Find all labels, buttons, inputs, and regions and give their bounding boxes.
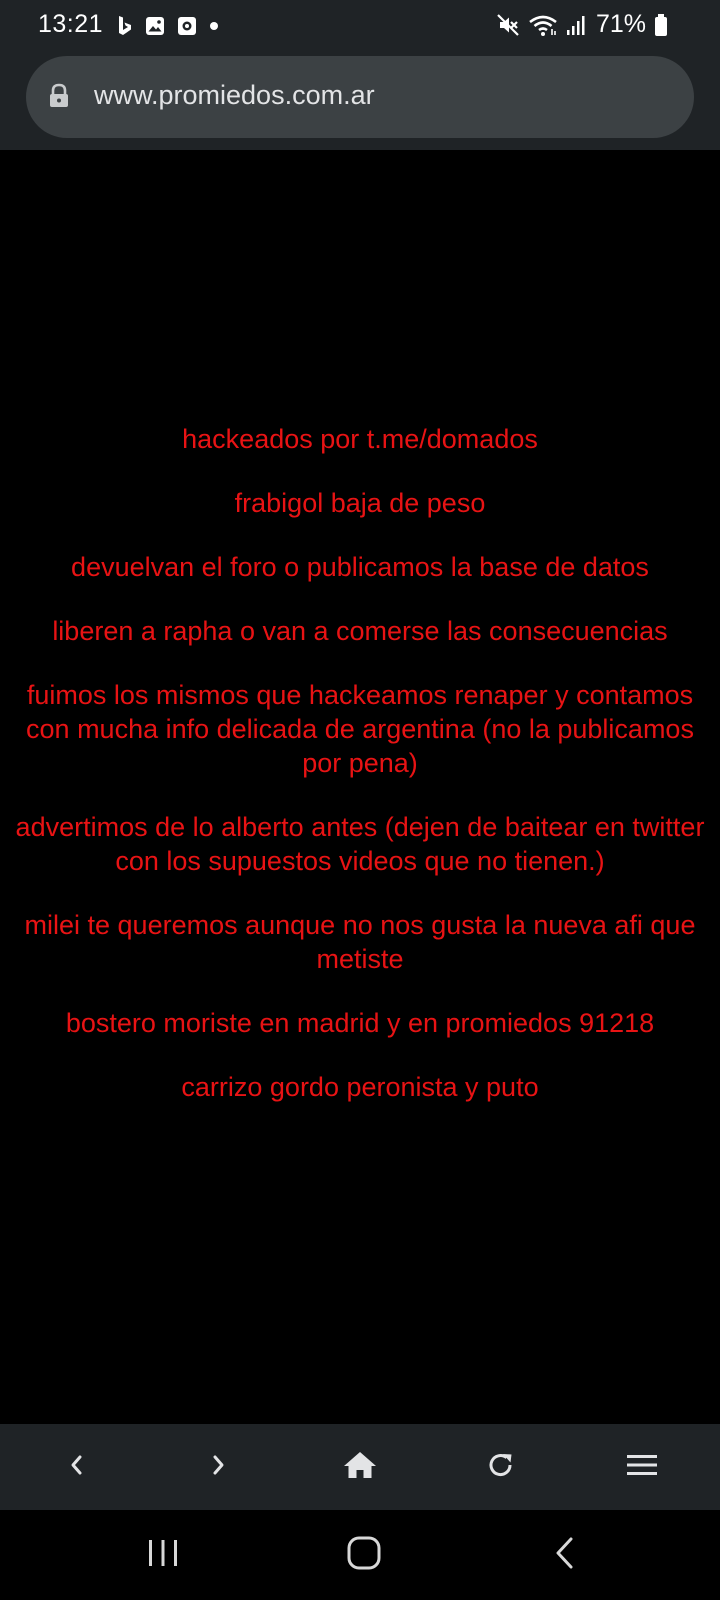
reload-button[interactable]	[466, 1424, 536, 1510]
back-nav-button[interactable]	[525, 1510, 605, 1600]
browser-toolbar	[0, 1424, 720, 1510]
menu-icon	[626, 1453, 658, 1482]
status-time: 13:21	[38, 10, 104, 38]
forward-icon	[208, 1452, 228, 1483]
system-navigation-bar	[0, 1510, 720, 1600]
message-line: carrizo gordo peronista y puto	[181, 1072, 539, 1102]
home-icon	[343, 1450, 377, 1485]
back-button[interactable]	[42, 1424, 112, 1510]
home-button-icon	[346, 1535, 382, 1576]
page-content: hackeados por t.me/domados frabigol baja…	[0, 150, 720, 1424]
recent-apps-icon	[146, 1538, 180, 1573]
defacement-messages: hackeados por t.me/domados frabigol baja…	[12, 422, 708, 1134]
mute-icon	[496, 13, 520, 37]
message-line: liberen a rapha o van a comerse las cons…	[52, 616, 668, 646]
bing-icon	[117, 15, 133, 37]
address-bar[interactable]: www.promiedos.com.ar	[26, 56, 694, 138]
home-button[interactable]	[325, 1424, 395, 1510]
battery-icon	[654, 13, 668, 37]
screen-recorder-icon	[177, 16, 197, 36]
recent-apps-button[interactable]	[123, 1510, 203, 1600]
status-bar: 13:21 71%	[0, 0, 720, 52]
notification-icons	[117, 15, 219, 37]
back-nav-icon	[553, 1536, 577, 1575]
message-line: fuimos los mismos que hackeamos renaper …	[26, 680, 694, 778]
browser-address-area: www.promiedos.com.ar	[0, 52, 720, 150]
message-line: bostero moriste en madrid y en promiedos…	[65, 1008, 655, 1038]
signal-icon	[566, 14, 586, 36]
home-nav-button[interactable]	[324, 1510, 404, 1600]
reload-icon	[486, 1450, 516, 1485]
forward-button[interactable]	[183, 1424, 253, 1510]
message-line: milei te queremos aunque no nos gusta la…	[24, 910, 696, 974]
message-line: hackeados por t.me/domados	[182, 424, 538, 454]
message-line: advertimos de lo alberto antes (dejen de…	[15, 812, 705, 876]
menu-button[interactable]	[607, 1424, 677, 1510]
gallery-icon	[145, 16, 165, 36]
phone-screen: 13:21 71% www.promiedos.com.ar hackeados…	[0, 0, 720, 1600]
wifi-icon	[528, 13, 558, 37]
battery-percent: 71%	[595, 10, 646, 38]
dot-icon	[209, 21, 219, 31]
back-icon	[67, 1452, 87, 1483]
url-text[interactable]: www.promiedos.com.ar	[94, 80, 375, 111]
system-status: 71%	[496, 10, 668, 39]
message-line: devuelvan el foro o publicamos la base d…	[71, 552, 649, 582]
lock-icon[interactable]	[48, 83, 70, 114]
message-line: frabigol baja de peso	[234, 488, 486, 518]
